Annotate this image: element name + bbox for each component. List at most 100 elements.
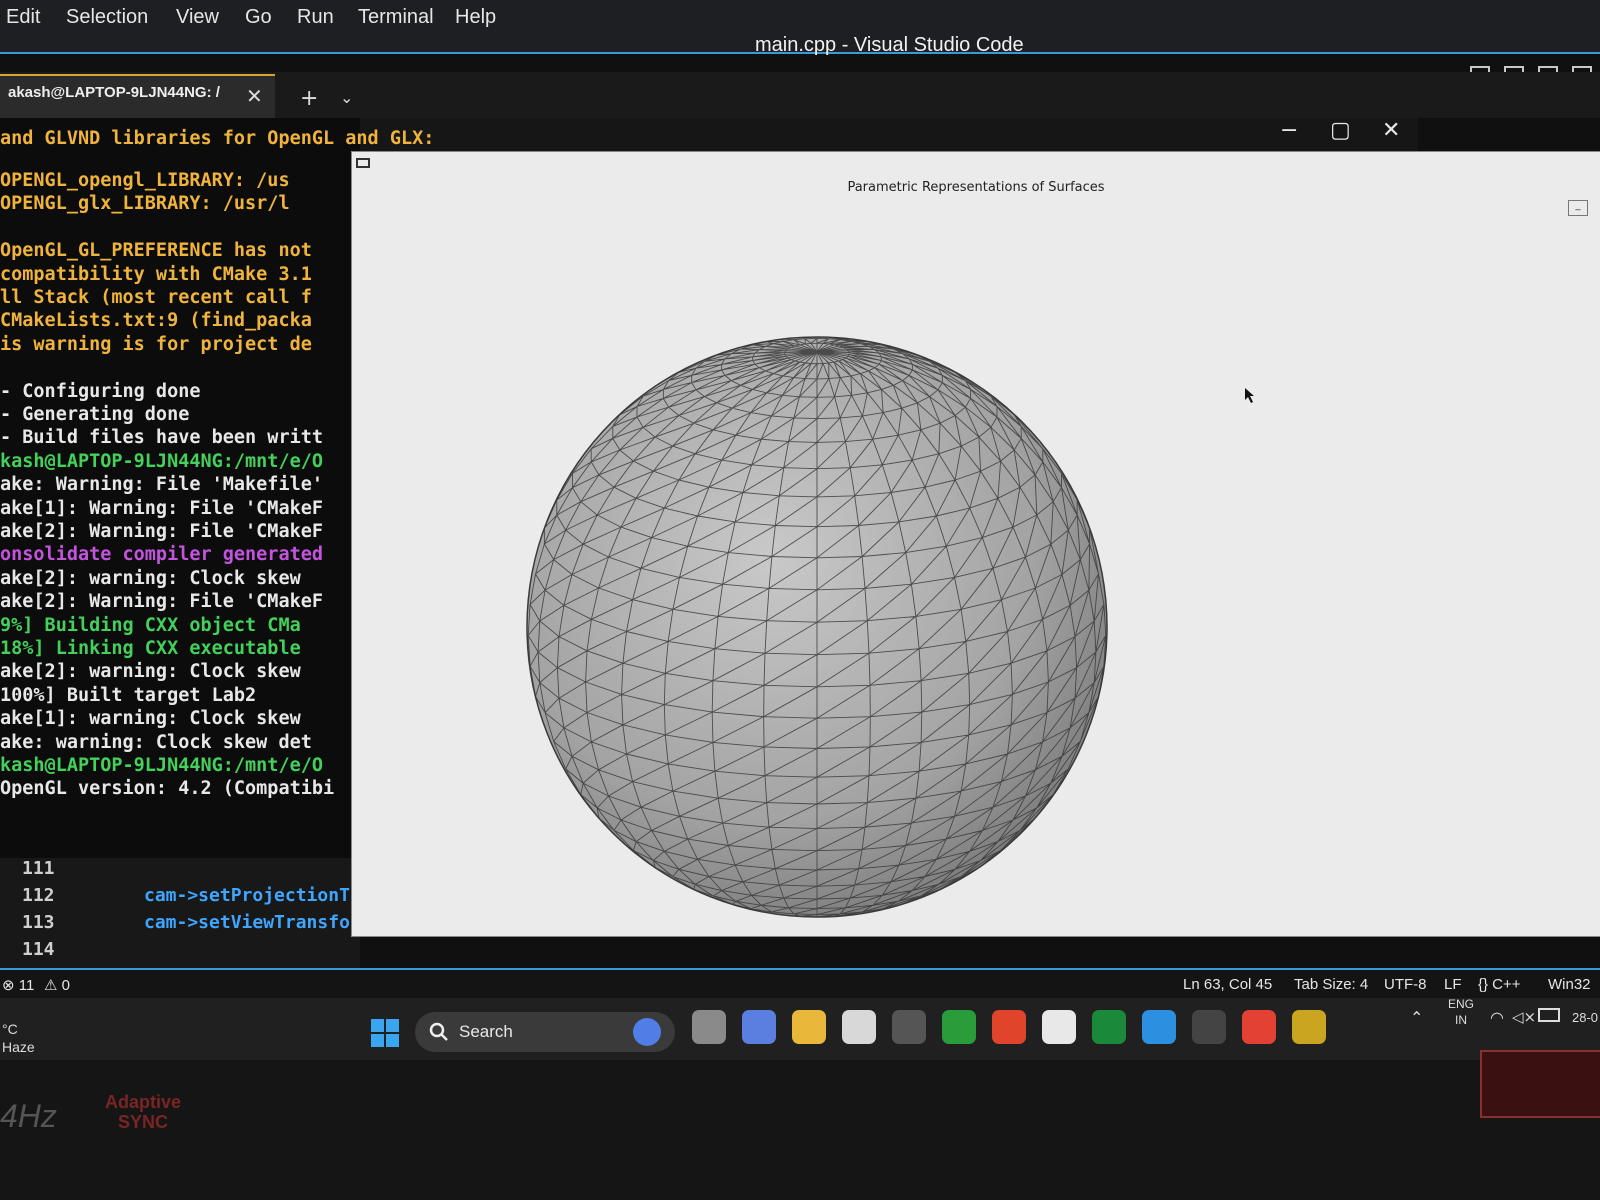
terminal-line: onsolidate compiler generated <box>0 544 324 566</box>
terminal-line: - Build files have been writt <box>0 427 324 449</box>
linux-tux-icon[interactable] <box>1292 1010 1326 1044</box>
tab-size[interactable]: Tab Size: 4 <box>1294 976 1368 993</box>
terminal-tab[interactable]: akash@LAPTOP-9LJN44NG: / ✕ <box>0 74 275 118</box>
terminal-line: OPENGL_glx_LIBRARY: /usr/l <box>0 193 290 215</box>
terminal-line: ake: Warning: File 'Makefile' <box>0 474 324 496</box>
cpu-sticker <box>1480 1050 1600 1118</box>
xbox-icon[interactable] <box>942 1010 976 1044</box>
menu-view[interactable]: View <box>176 6 219 29</box>
ms-store-icon[interactable] <box>842 1010 876 1044</box>
line-number: 113 <box>22 912 55 933</box>
menu-edit[interactable]: Edit <box>6 6 40 29</box>
task-view-icon[interactable] <box>692 1010 726 1044</box>
tray-lang: ENG <box>1448 997 1475 1011</box>
terminal-line: compatibility with CMake 3.1 <box>0 263 312 285</box>
bing-chat-icon[interactable] <box>633 1018 661 1046</box>
terminal-line: 9%] Building CXX object CMa <box>0 614 301 636</box>
terminal-icon[interactable] <box>1192 1010 1226 1044</box>
language-indicator[interactable]: ENG IN <box>1448 996 1474 1028</box>
line-number: 111 <box>22 858 55 879</box>
menu-selection[interactable]: Selection <box>66 6 148 29</box>
xbox-game-bar-icon[interactable] <box>1092 1010 1126 1044</box>
menu-help[interactable]: Help <box>455 6 496 29</box>
terminal-tab-label: akash@LAPTOP-9LJN44NG: / <box>8 84 220 101</box>
weather-widget[interactable]: °C Haze <box>2 1020 35 1056</box>
close-icon[interactable]: ✕ <box>246 84 263 108</box>
terminal-line: ake[2]: Warning: File 'CMakeF <box>0 591 324 613</box>
warnings-indicator[interactable]: ⚠ 0 <box>44 976 70 994</box>
terminal-line: ake: warning: Clock skew det <box>0 731 312 753</box>
laptop-bezel <box>0 1060 1600 1200</box>
terminal-output[interactable]: OPENGL_opengl_LIBRARY: /us OPENGL_glx_LI… <box>0 118 360 858</box>
terminal-line: CMakeLists.txt:9 (find_packa <box>0 310 312 332</box>
windows-start-icon[interactable] <box>370 1018 400 1048</box>
platform[interactable]: Win32 <box>1548 976 1591 993</box>
terminal-line: OpenGL_GL_PREFERENCE has not <box>0 240 312 262</box>
line-number: 112 <box>22 885 55 906</box>
terminal-line: - Generating done <box>0 404 190 425</box>
status-bar: ⊗ 11 ⚠ 0 Ln 63, Col 45 Tab Size: 4 UTF-8… <box>0 968 1600 1000</box>
chrome-icon[interactable] <box>1242 1010 1276 1044</box>
terminal-line: 100%] Built target Lab2 <box>0 684 257 706</box>
taskbar-search[interactable]: Search <box>415 1012 675 1052</box>
search-label: Search <box>459 1022 513 1041</box>
gl-window-title: Parametric Representations of Surfaces <box>847 180 1105 195</box>
meet-icon[interactable] <box>742 1010 776 1044</box>
code-editor[interactable]: 111 112 cam->setProjectionT 113 cam->setView… <box>0 858 360 968</box>
sphere-mesh <box>526 336 1108 918</box>
end-of-line[interactable]: LF <box>1444 976 1462 993</box>
line-number: 114 <box>22 939 55 960</box>
speaker-muted-icon[interactable]: ◁× <box>1512 1008 1536 1026</box>
wifi-icon[interactable]: ◠ <box>1490 1008 1504 1027</box>
menu-go[interactable]: Go <box>245 6 272 29</box>
github-desktop-icon[interactable] <box>892 1010 926 1044</box>
code-line[interactable]: cam->setProjectionT <box>144 885 350 906</box>
terminal-line: ake[2]: warning: Clock skew <box>0 567 301 589</box>
new-terminal-button[interactable]: + <box>300 86 318 111</box>
mouse-cursor-icon <box>1245 388 1254 403</box>
terminal-line: ake[1]: Warning: File 'CMakeF <box>0 497 324 519</box>
maximize-icon[interactable]: ▢ <box>1330 118 1351 143</box>
brave-icon[interactable] <box>992 1010 1026 1044</box>
weather-temp: °C <box>2 1021 18 1037</box>
opengl-window[interactable]: Parametric Representations of Surfaces _ <box>352 152 1600 936</box>
chevron-up-icon[interactable]: ⌃ <box>1410 1008 1423 1027</box>
chevron-down-icon[interactable]: ⌄ <box>340 88 353 107</box>
adaptive-line1: Adaptive <box>105 1092 182 1112</box>
terminal-line: and GLVND libraries for OpenGL and GLX: <box>0 128 435 149</box>
system-menu-icon[interactable] <box>356 158 370 168</box>
gl-canvas[interactable] <box>352 212 1600 936</box>
encoding[interactable]: UTF-8 <box>1384 976 1427 993</box>
cursor-position[interactable]: Ln 63, Col 45 <box>1183 976 1272 993</box>
whatsapp-icon[interactable] <box>1042 1010 1076 1044</box>
code-line[interactable]: cam->setViewTransfo <box>144 912 350 933</box>
menu-terminal[interactable]: Terminal <box>358 6 434 29</box>
battery-icon[interactable] <box>1538 1008 1560 1022</box>
clock[interactable]: 28-0 <box>1572 1010 1598 1025</box>
file-explorer-icon[interactable] <box>792 1010 826 1044</box>
terminal-line: OpenGL version: 4.2 (Compatibi <box>0 778 335 800</box>
terminal-line: - Configuring done <box>0 380 201 402</box>
terminal-line: ake[1]: warning: Clock skew <box>0 708 301 730</box>
terminal-line: OPENGL_opengl_LIBRARY: /us <box>0 170 290 191</box>
terminal-line: ake[2]: warning: Clock skew <box>0 661 301 683</box>
close-window-icon[interactable]: ✕ <box>1382 118 1400 143</box>
tray-region: IN <box>1455 1013 1467 1027</box>
adaptive-line2: SYNC <box>118 1112 169 1132</box>
errors-indicator[interactable]: ⊗ 11 <box>2 976 34 994</box>
weather-desc: Haze <box>2 1039 35 1055</box>
terminal-line: 18%] Linking CXX executable <box>0 638 301 659</box>
menu-run[interactable]: Run <box>297 6 334 29</box>
minimize-icon[interactable]: − <box>1280 118 1298 143</box>
terminal-line: kash@LAPTOP-9LJN44NG:/mnt/e/O <box>0 755 324 776</box>
language-mode[interactable]: {} C++ <box>1478 976 1521 993</box>
terminal-line: ll Stack (most recent call f <box>0 287 312 308</box>
terminal-line: kash@LAPTOP-9LJN44NG:/mnt/e/O <box>0 450 324 472</box>
vscode-icon[interactable] <box>1142 1010 1176 1044</box>
adaptive-sync-sticker: Adaptive SYNC <box>105 1092 181 1132</box>
window-title: main.cpp - Visual Studio Code <box>755 34 1024 56</box>
terminal-line: ake[2]: Warning: File 'CMakeF <box>0 521 324 542</box>
search-icon <box>429 1022 448 1041</box>
terminal-line: is warning is for project de <box>0 333 312 355</box>
refresh-rate-sticker: 4Hz <box>0 1098 57 1134</box>
